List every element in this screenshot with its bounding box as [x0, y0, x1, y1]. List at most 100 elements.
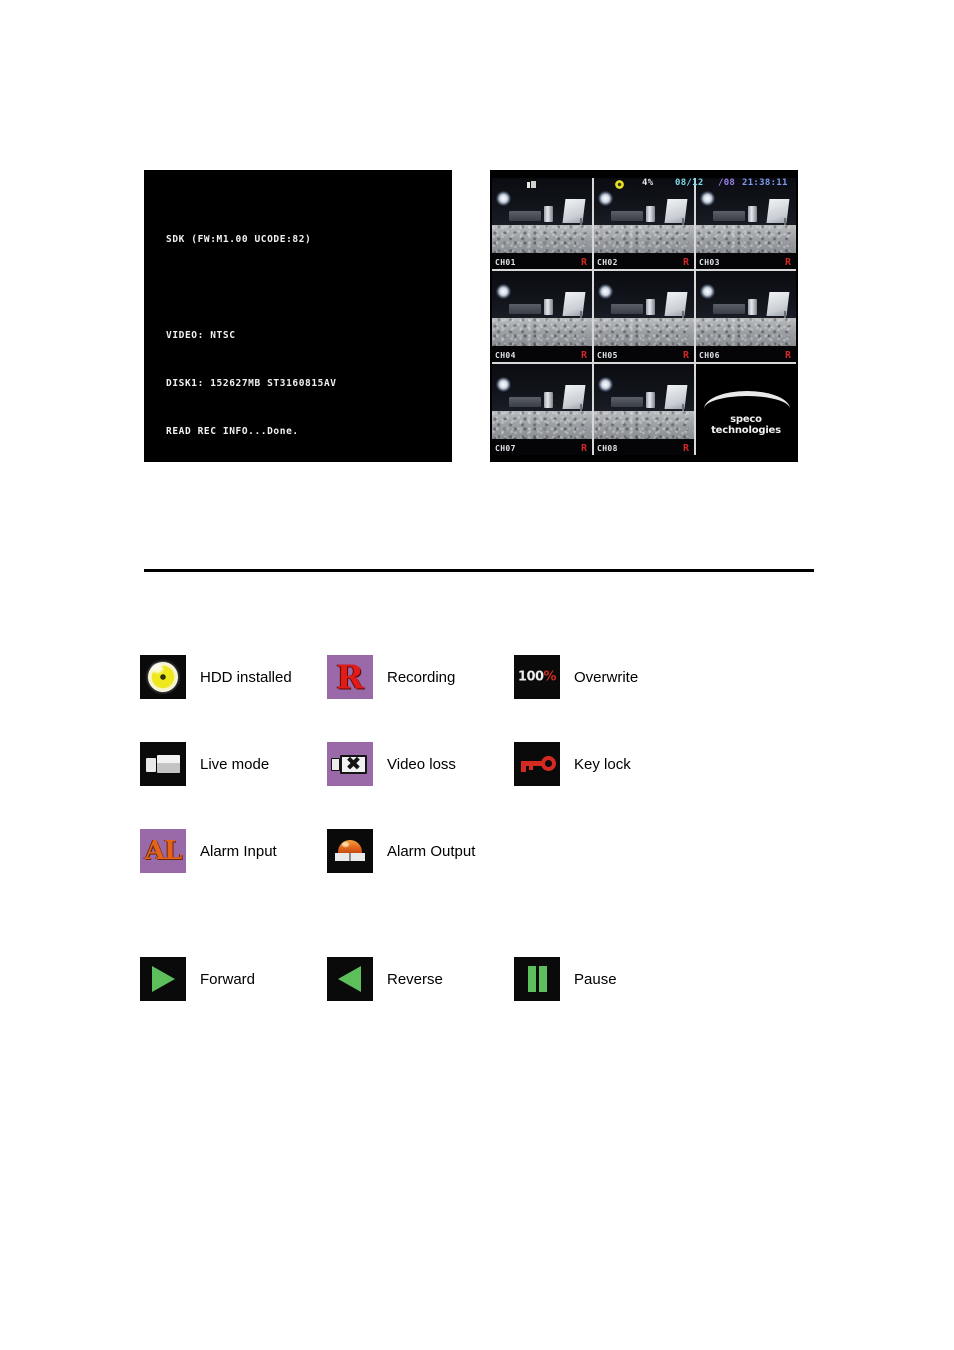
camera-recording-indicator: R — [682, 350, 689, 361]
icon-legend: HDD installed R Recording 100% Overwrite… — [140, 655, 840, 1044]
scene-panel-object — [664, 198, 688, 223]
hdd-installed-icon — [140, 655, 186, 699]
reverse-triangle-shape — [338, 966, 361, 992]
scene-floor — [696, 318, 796, 346]
scene-box-object — [713, 210, 745, 221]
scene-light-glow — [598, 283, 613, 299]
overwrite-icon: 100% — [514, 655, 560, 699]
scene-canister-object — [646, 299, 655, 315]
play-triangle-shape — [152, 966, 175, 992]
camera-channel-label: CH05 — [597, 351, 618, 360]
camera-cell[interactable]: CH02 R — [594, 178, 694, 269]
key-lock-icon — [514, 742, 560, 786]
camera-recording-indicator: R — [784, 257, 791, 268]
scene-panel-object — [766, 291, 790, 316]
live-mode-icon — [140, 742, 186, 786]
camera-channel-label: CH02 — [597, 258, 618, 267]
legend-label: Overwrite — [574, 668, 639, 686]
camera-recording-indicator: R — [580, 350, 587, 361]
hdd-disc-shape — [148, 662, 178, 692]
camera-cell[interactable]: CH08 R — [594, 364, 694, 455]
camera-cell[interactable]: CH01 R — [492, 178, 592, 269]
dvr-live-grid-panel: 4% 08/12 /08 21:38:11 24H CH01 R — [490, 170, 798, 462]
scene-floor — [594, 225, 694, 253]
legend-label: HDD installed — [200, 668, 292, 686]
speco-logo-cell: speco technologies — [696, 364, 796, 455]
camera-cell[interactable]: CH03 R — [696, 178, 796, 269]
camera-recording-indicator: R — [580, 257, 587, 268]
scene-light-glow — [496, 283, 511, 299]
dvr-boot-console-panel: SDK (FW:M1.00 UCODE:82) VIDEO: NTSC DISK… — [144, 170, 452, 462]
scene-floor — [594, 318, 694, 346]
scene-floor — [492, 411, 592, 439]
legend-entry-hdd-installed: HDD installed — [140, 655, 327, 699]
scene-floor — [492, 225, 592, 253]
pause-icon — [514, 957, 560, 1001]
alarm-input-glyph: AL — [144, 836, 182, 866]
legend-label: Live mode — [200, 755, 270, 773]
legend-entry-video-loss: ✖ Video loss — [327, 742, 514, 786]
camera-cell[interactable]: CH04 R — [492, 271, 592, 362]
legend-entry-pause: Pause — [514, 957, 701, 1001]
recording-icon: R — [327, 655, 373, 699]
scene-canister-object — [544, 299, 553, 315]
scene-light-glow — [496, 376, 511, 392]
legend-entry-recording: R Recording — [327, 655, 514, 699]
pause-bar-shape — [539, 966, 547, 992]
scene-canister-object — [544, 392, 553, 408]
scene-light-glow — [700, 283, 715, 299]
camera-cell[interactable]: CH06 R — [696, 271, 796, 362]
scene-panel-object — [562, 291, 586, 316]
legend-row: HDD installed R Recording 100% Overwrite — [140, 655, 840, 742]
legend-row: AL Alarm Input Alarm Output — [140, 829, 840, 916]
scene-canister-object — [748, 206, 757, 222]
section-divider — [144, 569, 814, 572]
boot-console-text: SDK (FW:M1.00 UCODE:82) VIDEO: NTSC DISK… — [166, 200, 337, 462]
scene-panel-object — [562, 198, 586, 223]
scene-panel-object — [664, 384, 688, 409]
camera-recording-indicator: R — [682, 257, 689, 268]
camera-grid: CH01 R CH02 R CH03 R CH04 R CH05 R CH06 … — [492, 178, 796, 455]
scene-box-object — [509, 210, 541, 221]
boot-line-read-rec-info: READ REC INFO...Done. — [166, 426, 299, 437]
scene-panel-object — [562, 384, 586, 409]
legend-entry-overwrite: 100% Overwrite — [514, 655, 701, 699]
camera-channel-label: CH08 — [597, 444, 618, 453]
forward-icon — [140, 957, 186, 1001]
boot-line-disk1: DISK1: 152627MB ST3160815AV — [166, 378, 337, 389]
recording-r-glyph: R — [336, 657, 364, 697]
siren-dome-highlight — [342, 842, 349, 847]
scene-panel-object — [664, 291, 688, 316]
legend-entry-key-lock: Key lock — [514, 742, 701, 786]
legend-row: Forward Reverse Pause — [140, 957, 840, 1044]
camera-recording-indicator: R — [580, 443, 587, 454]
alarm-output-icon — [327, 829, 373, 873]
camera-channel-label: CH03 — [699, 258, 720, 267]
legend-label: Forward — [200, 970, 256, 988]
camera-cell[interactable]: CH05 R — [594, 271, 694, 362]
scene-canister-object — [646, 392, 655, 408]
key-head-shape — [541, 756, 556, 771]
overwrite-percent-glyph: 100% — [514, 671, 560, 684]
close-icon: ✖ — [345, 753, 362, 775]
camera-channel-label: CH04 — [495, 351, 516, 360]
camera-channel-label: CH07 — [495, 444, 516, 453]
camera-cell[interactable]: CH07 R — [492, 364, 592, 455]
scene-floor — [492, 318, 592, 346]
scene-panel-object — [766, 198, 790, 223]
legend-entry-forward: Forward — [140, 957, 327, 1001]
key-tooth-shape — [529, 766, 533, 770]
camera-recording-indicator: R — [682, 443, 689, 454]
scene-light-glow — [700, 190, 715, 206]
boot-line-gap-1 — [166, 280, 337, 296]
siren-base-shape — [335, 853, 365, 861]
scene-light-glow — [598, 190, 613, 206]
legend-entry-alarm-input: AL Alarm Input — [140, 829, 327, 873]
legend-row: Live mode ✖ Video loss Key lock — [140, 742, 840, 829]
legend-label: Video loss — [387, 755, 456, 773]
camera-channel-label: CH06 — [699, 351, 720, 360]
scene-box-object — [611, 396, 643, 407]
scene-box-object — [611, 303, 643, 314]
legend-entry-reverse: Reverse — [327, 957, 514, 1001]
video-loss-small-panel — [331, 758, 340, 771]
